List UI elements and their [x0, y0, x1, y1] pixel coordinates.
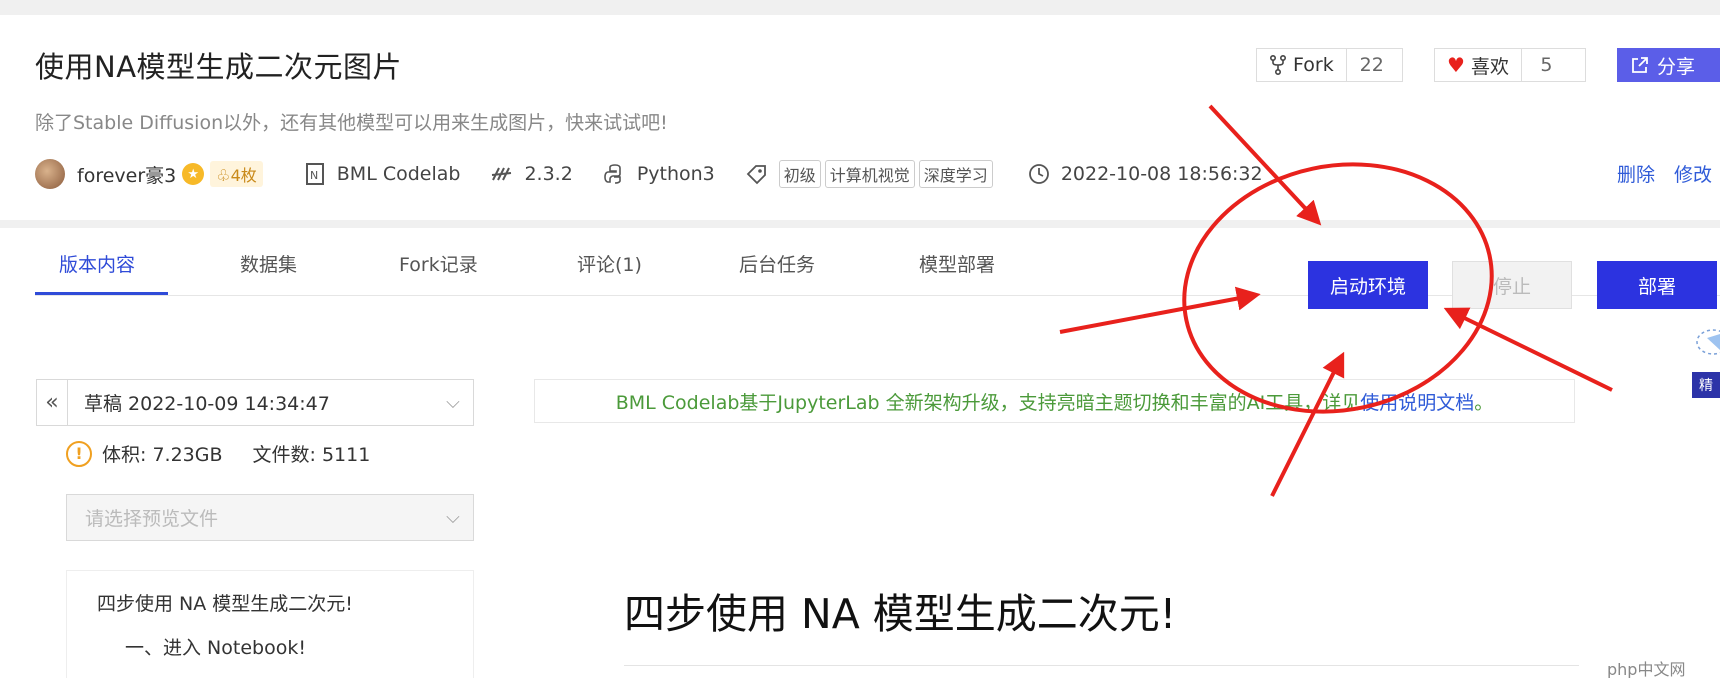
notice-text: BML Codelab基于JupyterLab 全新架构升级，支持亮暗主题切换和…	[615, 391, 1361, 414]
delete-link[interactable]: 删除	[1617, 160, 1655, 187]
python-icon	[603, 162, 627, 186]
start-environment-button[interactable]: 启动环境	[1308, 261, 1428, 309]
fork-count: 22	[1345, 49, 1397, 81]
collapse-sidebar-icon[interactable]: «	[37, 380, 68, 425]
tag-icon	[745, 162, 769, 186]
toc-item[interactable]: 四步使用 NA 模型生成二次元!	[97, 589, 353, 616]
notice-suffix: 。	[1474, 391, 1494, 414]
avatar[interactable]	[35, 159, 65, 189]
preview-file-select[interactable]: 请选择预览文件 ⌵	[66, 494, 474, 541]
annotation-arrow	[1270, 351, 1345, 497]
meta-row: forever豪3 ★ ♧4枚 N BML Codelab 2.3.2 Pyth…	[35, 156, 1293, 192]
tab-model-deploy[interactable]: 模型部署	[919, 250, 995, 277]
tag-deep-learning[interactable]: 深度学习	[918, 160, 993, 188]
annotation-arrow	[1059, 286, 1261, 334]
share-button[interactable]: 分享	[1617, 48, 1720, 82]
platform-label: BML Codelab	[336, 163, 461, 185]
fork-icon	[1269, 55, 1287, 75]
like-label: 喜欢	[1470, 55, 1509, 78]
version-info: 2.3.2	[490, 162, 573, 186]
platform-info: N BML Codelab	[303, 162, 461, 186]
warning-icon: !	[66, 440, 92, 467]
tab-comments[interactable]: 评论(1)	[577, 250, 642, 277]
active-tab-indicator	[35, 292, 168, 295]
star-badge-icon: ★	[182, 163, 205, 185]
tag-beginner[interactable]: 初级	[778, 160, 821, 188]
chevron-down-icon: ⌵	[446, 392, 460, 413]
top-strip	[0, 0, 1720, 15]
author-name[interactable]: forever豪3	[77, 161, 176, 188]
datetime-label: 2022-10-08 18:56:32	[1060, 163, 1263, 185]
fork-label-wrap: Fork	[1257, 49, 1346, 81]
tab-version-content[interactable]: 版本内容	[59, 250, 135, 277]
files-count-label: 文件数: 5111	[252, 444, 371, 466]
fork-button[interactable]: Fork 22	[1256, 48, 1403, 82]
toc-item[interactable]: 一、进入 Notebook!	[125, 633, 306, 660]
version-label: 2.3.2	[524, 163, 573, 185]
like-count: 5	[1520, 49, 1571, 81]
medal-count: ♧4枚	[210, 161, 263, 187]
share-label: 分享	[1657, 55, 1696, 78]
notebook-icon: N	[303, 162, 327, 186]
stop-button[interactable]: 停止	[1452, 261, 1572, 309]
like-button[interactable]: ♥ 喜欢 5	[1434, 48, 1586, 82]
external-link-icon	[1631, 56, 1649, 74]
svg-text:N: N	[310, 169, 318, 182]
tags-info: 初级 计算机视觉 深度学习	[745, 160, 997, 188]
docs-link[interactable]: 使用说明文档	[1360, 388, 1474, 415]
section-divider	[0, 220, 1720, 228]
edit-link[interactable]: 修改	[1674, 160, 1712, 187]
version-select-value: 草稿 2022-10-09 14:34:47	[84, 393, 330, 415]
featured-tag[interactable]: 精	[1692, 372, 1720, 398]
heading-divider	[624, 665, 1579, 666]
page-subtitle: 除了Stable Diffusion以外，还有其他模型可以用来生成图片，快来试试…	[35, 112, 668, 134]
language-info: Python3	[603, 162, 715, 186]
version-select[interactable]: « 草稿 2022-10-09 14:34:47 ⌵	[36, 379, 474, 426]
notebook-heading: 四步使用 NA 模型生成二次元!	[624, 590, 1177, 638]
tab-datasets[interactable]: 数据集	[240, 250, 297, 277]
storage-info: ! 体积: 7.23GB 文件数: 5111	[66, 440, 370, 467]
heart-icon: ♥	[1447, 53, 1465, 77]
chevron-down-icon: ⌵	[446, 507, 460, 528]
language-label: Python3	[636, 163, 715, 185]
tag-cv[interactable]: 计算机视觉	[824, 160, 915, 188]
tab-fork-records[interactable]: Fork记录	[399, 250, 478, 277]
clock-icon	[1027, 162, 1051, 186]
fork-label: Fork	[1293, 54, 1334, 76]
tab-background-tasks[interactable]: 后台任务	[739, 250, 815, 277]
watermark-logo: php中文网	[1607, 660, 1686, 678]
paddle-icon	[490, 162, 514, 186]
size-label: 体积: 7.23GB	[102, 444, 223, 466]
annotation-arrow	[1443, 307, 1613, 392]
datetime-info: 2022-10-08 18:56:32	[1027, 162, 1263, 186]
preview-file-placeholder: 请选择预览文件	[85, 508, 219, 530]
deploy-button[interactable]: 部署	[1597, 261, 1717, 309]
notice-banner: BML Codelab基于JupyterLab 全新架构升级，支持亮暗主题切换和…	[534, 379, 1575, 423]
page-title: 使用NA模型生成二次元图片	[35, 50, 403, 84]
table-of-contents: 四步使用 NA 模型生成二次元! 一、进入 Notebook!	[66, 570, 474, 678]
medal-count-value: 4枚	[230, 166, 257, 185]
like-label-wrap: ♥ 喜欢	[1435, 49, 1521, 81]
